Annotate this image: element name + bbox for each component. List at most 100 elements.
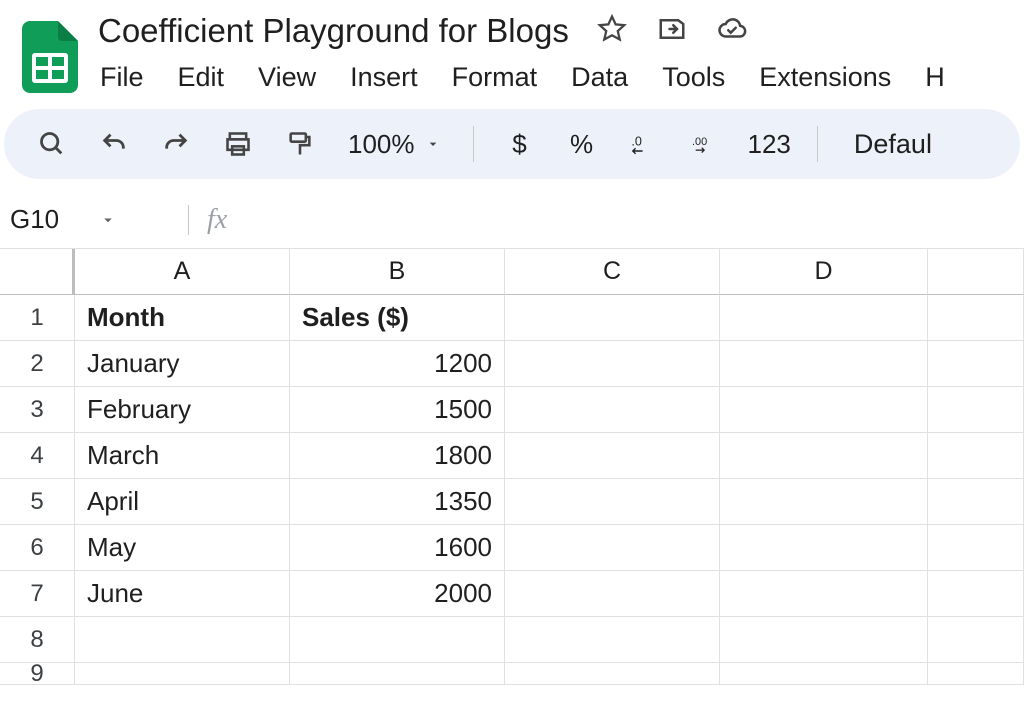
- separator: [188, 205, 189, 235]
- menu-file[interactable]: File: [100, 62, 144, 93]
- cell[interactable]: Sales ($): [290, 295, 505, 341]
- cell[interactable]: [928, 433, 1024, 479]
- cell[interactable]: 1500: [290, 387, 505, 433]
- menu-extensions[interactable]: Extensions: [759, 62, 891, 93]
- cell[interactable]: February: [75, 387, 290, 433]
- fx-icon: fx: [207, 204, 227, 236]
- increase-decimal-button[interactable]: .00: [686, 124, 726, 164]
- cell[interactable]: [928, 295, 1024, 341]
- redo-icon[interactable]: [156, 124, 196, 164]
- cell[interactable]: [505, 295, 720, 341]
- row-header[interactable]: 4: [0, 433, 75, 479]
- row-header[interactable]: 3: [0, 387, 75, 433]
- cell[interactable]: March: [75, 433, 290, 479]
- svg-text:.00: .00: [692, 136, 707, 148]
- cell[interactable]: 1200: [290, 341, 505, 387]
- column-header-c[interactable]: C: [505, 249, 720, 295]
- star-icon[interactable]: [597, 14, 627, 49]
- toolbar: 100% $ % .0 .00 123 Defaul: [4, 109, 1020, 179]
- cell[interactable]: April: [75, 479, 290, 525]
- cell[interactable]: [505, 479, 720, 525]
- cell[interactable]: [928, 663, 1024, 685]
- row-header[interactable]: 7: [0, 571, 75, 617]
- name-box[interactable]: G10: [10, 204, 170, 235]
- cell[interactable]: [928, 525, 1024, 571]
- column-header-d[interactable]: D: [720, 249, 928, 295]
- cell[interactable]: 1800: [290, 433, 505, 479]
- font-select[interactable]: Defaul: [854, 129, 932, 160]
- row-header[interactable]: 5: [0, 479, 75, 525]
- cell[interactable]: [928, 341, 1024, 387]
- cell[interactable]: [720, 433, 928, 479]
- cell[interactable]: [290, 663, 505, 685]
- svg-text:.0: .0: [631, 134, 642, 148]
- cell[interactable]: [505, 571, 720, 617]
- column-header-a[interactable]: A: [75, 249, 290, 295]
- menu-format[interactable]: Format: [452, 62, 538, 93]
- more-formats-button[interactable]: 123: [748, 124, 791, 164]
- separator: [817, 126, 818, 162]
- cell[interactable]: 2000: [290, 571, 505, 617]
- paint-format-icon[interactable]: [280, 124, 320, 164]
- cell[interactable]: [720, 295, 928, 341]
- cell[interactable]: Month: [75, 295, 290, 341]
- cell[interactable]: [720, 341, 928, 387]
- cell[interactable]: [505, 433, 720, 479]
- cell[interactable]: [928, 571, 1024, 617]
- column-header-e[interactable]: [928, 249, 1024, 295]
- row-header[interactable]: 1: [0, 295, 75, 341]
- document-title[interactable]: Coefficient Playground for Blogs: [98, 12, 569, 50]
- cell[interactable]: [505, 387, 720, 433]
- cell[interactable]: 1350: [290, 479, 505, 525]
- cell[interactable]: May: [75, 525, 290, 571]
- row-header[interactable]: 8: [0, 617, 75, 663]
- chevron-down-icon: [425, 136, 441, 152]
- cell[interactable]: [720, 663, 928, 685]
- cell[interactable]: June: [75, 571, 290, 617]
- cell[interactable]: [505, 525, 720, 571]
- print-icon[interactable]: [218, 124, 258, 164]
- cell[interactable]: [720, 617, 928, 663]
- format-currency-button[interactable]: $: [500, 124, 540, 164]
- column-header-b[interactable]: B: [290, 249, 505, 295]
- row-header[interactable]: 9: [0, 663, 75, 685]
- cell[interactable]: [720, 525, 928, 571]
- cell[interactable]: [290, 617, 505, 663]
- format-percent-button[interactable]: %: [562, 124, 602, 164]
- zoom-value: 100%: [348, 129, 415, 160]
- cell[interactable]: [505, 663, 720, 685]
- search-icon[interactable]: [32, 124, 72, 164]
- menu-edit[interactable]: Edit: [178, 62, 225, 93]
- zoom-select[interactable]: 100%: [348, 129, 441, 160]
- cell[interactable]: January: [75, 341, 290, 387]
- cell[interactable]: [720, 571, 928, 617]
- chevron-down-icon: [99, 211, 117, 229]
- menu-view[interactable]: View: [258, 62, 316, 93]
- cell[interactable]: [75, 617, 290, 663]
- menu-help-truncated[interactable]: H: [925, 62, 945, 93]
- row-header[interactable]: 2: [0, 341, 75, 387]
- cell[interactable]: [505, 341, 720, 387]
- move-icon[interactable]: [657, 14, 687, 49]
- decrease-decimal-button[interactable]: .0: [624, 124, 664, 164]
- undo-icon[interactable]: [94, 124, 134, 164]
- cell[interactable]: [928, 387, 1024, 433]
- menu-tools[interactable]: Tools: [662, 62, 725, 93]
- menu-insert[interactable]: Insert: [350, 62, 418, 93]
- cell[interactable]: 1600: [290, 525, 505, 571]
- cell[interactable]: [75, 663, 290, 685]
- formula-bar: G10 fx: [0, 191, 1024, 249]
- cell[interactable]: [720, 479, 928, 525]
- cell[interactable]: [505, 617, 720, 663]
- spreadsheet-grid[interactable]: A B C D 1 Month Sales ($) 2 January 1200…: [0, 249, 1024, 685]
- cloud-saved-icon[interactable]: [717, 14, 747, 49]
- separator: [473, 126, 474, 162]
- cell[interactable]: [928, 479, 1024, 525]
- menu-data[interactable]: Data: [571, 62, 628, 93]
- cell[interactable]: [720, 387, 928, 433]
- menu-bar: File Edit View Insert Format Data Tools …: [98, 56, 1024, 109]
- sheets-logo[interactable]: [20, 18, 80, 96]
- cell[interactable]: [928, 617, 1024, 663]
- row-header[interactable]: 6: [0, 525, 75, 571]
- select-all-corner[interactable]: [0, 249, 75, 295]
